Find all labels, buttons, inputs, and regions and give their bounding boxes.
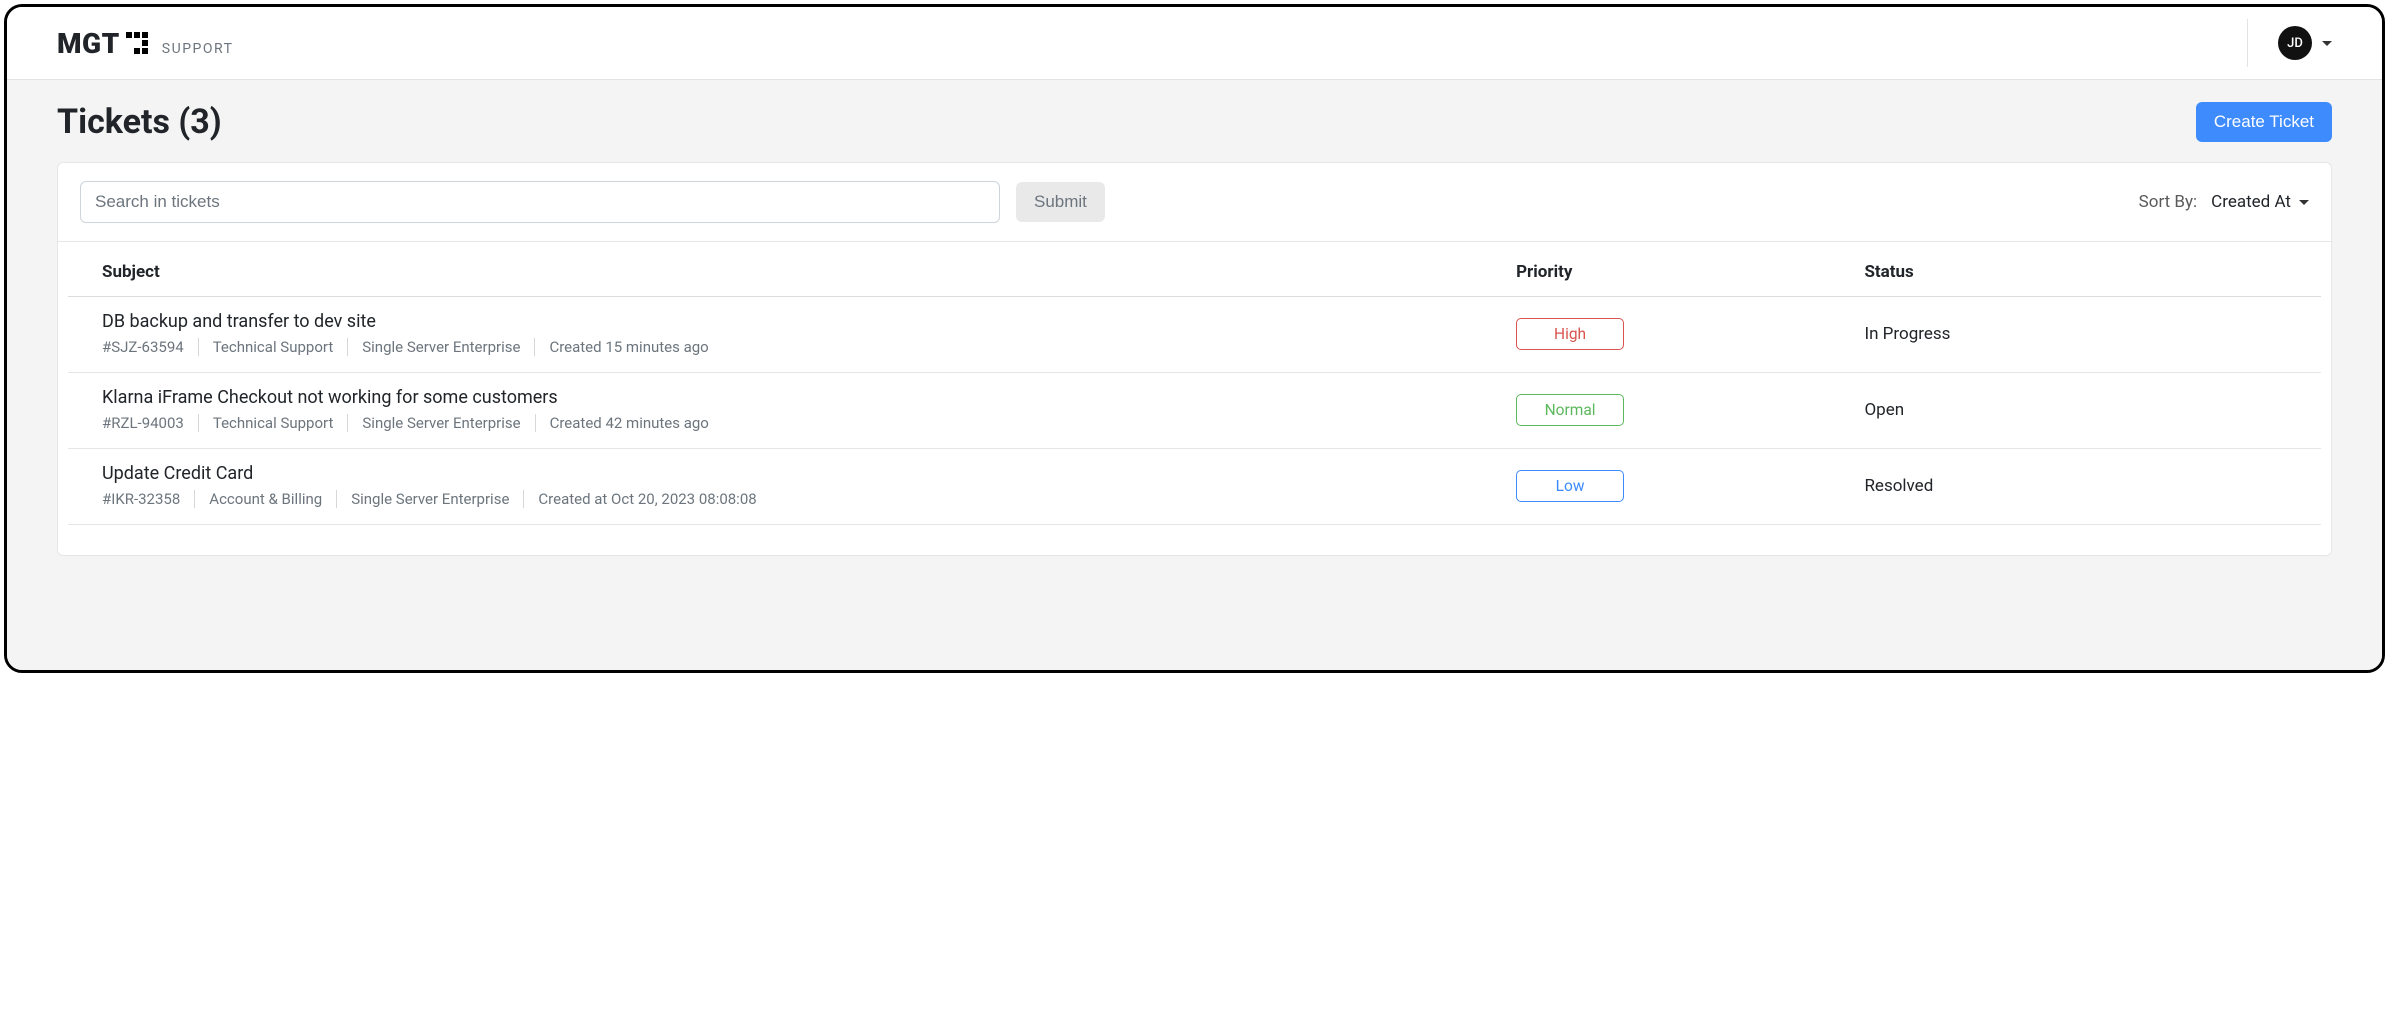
ticket-meta: #SJZ-63594Technical SupportSingle Server…	[102, 338, 1500, 356]
ticket-category: Technical Support	[199, 338, 349, 356]
ticket-category: Technical Support	[199, 414, 349, 432]
col-header-subject: Subject	[68, 242, 1508, 297]
cell-subject: Klarna iFrame Checkout not working for s…	[68, 373, 1508, 449]
ticket-created: Created 42 minutes ago	[536, 414, 723, 432]
priority-badge: Normal	[1516, 394, 1624, 426]
ticket-subject[interactable]: DB backup and transfer to dev site	[102, 311, 1500, 332]
table-row[interactable]: Klarna iFrame Checkout not working for s…	[68, 373, 2321, 449]
app-window: MGT SUPPORT JD Tickets (3) Create Ticket…	[4, 4, 2385, 673]
cell-subject: DB backup and transfer to dev site #SJZ-6…	[68, 297, 1508, 373]
cell-priority: High	[1508, 297, 1856, 373]
chevron-down-icon	[2322, 41, 2332, 46]
avatar: JD	[2278, 26, 2312, 60]
ticket-plan: Single Server Enterprise	[348, 414, 535, 432]
search-input[interactable]	[80, 181, 1000, 223]
priority-badge: High	[1516, 318, 1624, 350]
ticket-subject[interactable]: Klarna iFrame Checkout not working for s…	[102, 387, 1500, 408]
cell-status: Open	[1856, 373, 2321, 449]
ticket-plan: Single Server Enterprise	[337, 490, 524, 508]
logo-mark-icon	[126, 32, 148, 54]
ticket-category: Account & Billing	[195, 490, 337, 508]
sort-control: Sort By: Created At	[2139, 192, 2309, 212]
cell-priority: Low	[1508, 449, 1856, 525]
sort-label: Sort By:	[2139, 192, 2198, 212]
avatar-initials: JD	[2287, 36, 2303, 51]
ticket-meta: #IKR-32358Account & BillingSingle Server…	[102, 490, 1500, 508]
col-header-status: Status	[1856, 242, 2321, 297]
user-menu[interactable]: JD	[2247, 19, 2342, 67]
ticket-id: #SJZ-63594	[102, 338, 199, 356]
cell-status: Resolved	[1856, 449, 2321, 525]
logo: MGT	[57, 27, 148, 60]
sort-value-text: Created At	[2211, 192, 2291, 212]
table-row[interactable]: Update Credit Card #IKR-32358Account & Bi…	[68, 449, 2321, 525]
status-text: Open	[1864, 400, 1904, 420]
brand-subtitle: SUPPORT	[162, 41, 234, 57]
ticket-created: Created at Oct 20, 2023 08:08:08	[524, 490, 770, 508]
cell-status: In Progress	[1856, 297, 2321, 373]
cell-subject: Update Credit Card #IKR-32358Account & Bi…	[68, 449, 1508, 525]
priority-badge: Low	[1516, 470, 1624, 502]
panel-controls: Submit Sort By: Created At	[58, 163, 2331, 242]
ticket-created: Created 15 minutes ago	[535, 338, 722, 356]
status-text: Resolved	[1864, 476, 1933, 496]
tickets-panel: Submit Sort By: Created At Subject Prior…	[57, 162, 2332, 556]
topbar: MGT SUPPORT JD	[7, 7, 2382, 80]
logo-text: MGT	[57, 27, 120, 60]
ticket-id: #IKR-32358	[102, 490, 195, 508]
page-body: Tickets (3) Create Ticket Submit Sort By…	[7, 80, 2382, 670]
page-header: Tickets (3) Create Ticket	[57, 102, 2332, 142]
create-ticket-button[interactable]: Create Ticket	[2196, 102, 2332, 142]
status-text: In Progress	[1864, 324, 1950, 344]
tickets-table: Subject Priority Status DB backup and tr…	[68, 242, 2321, 525]
tickets-table-wrap: Subject Priority Status DB backup and tr…	[58, 242, 2331, 555]
ticket-id: #RZL-94003	[102, 414, 199, 432]
ticket-meta: #RZL-94003Technical SupportSingle Server…	[102, 414, 1500, 432]
submit-button[interactable]: Submit	[1016, 182, 1105, 222]
ticket-plan: Single Server Enterprise	[348, 338, 535, 356]
ticket-subject[interactable]: Update Credit Card	[102, 463, 1500, 484]
chevron-down-icon	[2299, 200, 2309, 205]
table-row[interactable]: DB backup and transfer to dev site #SJZ-6…	[68, 297, 2321, 373]
brand[interactable]: MGT SUPPORT	[57, 27, 233, 60]
col-header-priority: Priority	[1508, 242, 1856, 297]
cell-priority: Normal	[1508, 373, 1856, 449]
page-title: Tickets (3)	[57, 102, 222, 142]
sort-dropdown[interactable]: Created At	[2211, 192, 2309, 212]
